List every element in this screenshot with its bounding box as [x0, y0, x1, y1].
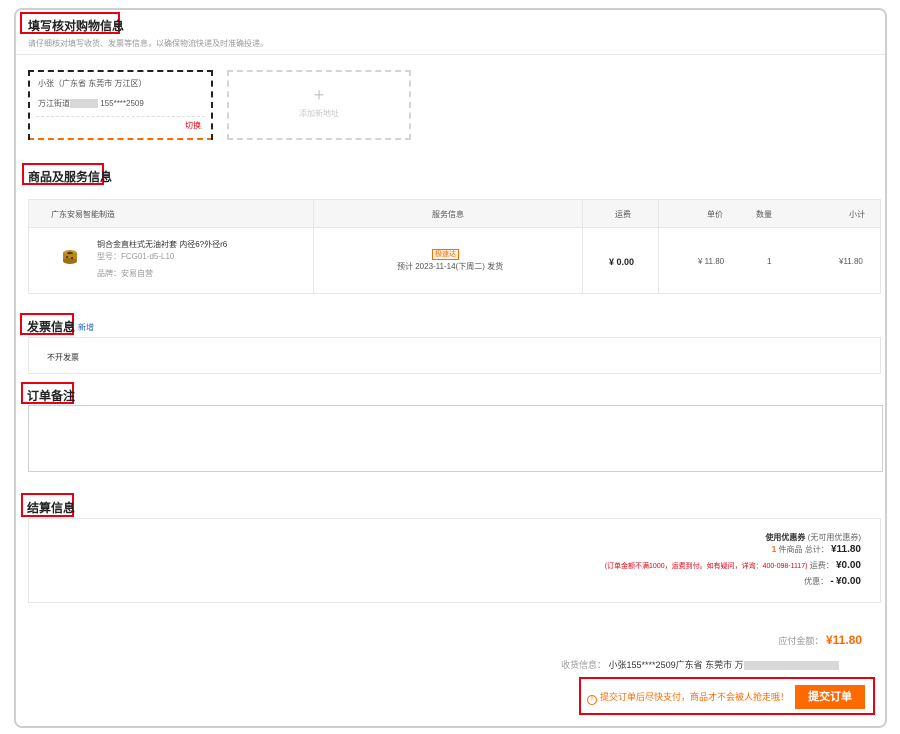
address-street: 万江街道 — [38, 99, 70, 108]
invoice-value: 不开发票 — [47, 353, 79, 362]
goods-table: 广东安易智能制造 服务信息 运费 单价 数量 小计 铜合金直柱式无油衬套 内径6… — [28, 199, 881, 294]
redacted-block — [743, 661, 839, 671]
payable-amount: ¥11.80 — [825, 633, 862, 647]
submit-order-button[interactable]: 提交订单 — [795, 685, 865, 709]
payable-row: 应付金额： ¥11.80 — [778, 633, 862, 647]
order-memo-textarea[interactable] — [28, 405, 883, 472]
address-phone: 155****2509 — [100, 99, 144, 108]
item-count: 1 — [771, 545, 777, 554]
address-detail: 万江街道 155****2509 — [38, 98, 144, 109]
goods-table-header: 广东安易智能制造 服务信息 运费 单价 数量 小计 — [29, 200, 880, 228]
coupon-label: 使用优惠券 — [765, 533, 806, 542]
product-model: 型号：FCG01-d5-L10 — [97, 252, 175, 261]
receiver-label: 收货信息： — [561, 660, 607, 670]
item-price: ¥ 11.80 — [698, 257, 725, 266]
memo-section-title: 订单备注 — [27, 389, 76, 403]
coupon-note: (无可用优惠券) — [807, 533, 861, 542]
page-title: 填写核对购物信息 — [28, 19, 125, 33]
item-qty: 1 — [767, 257, 772, 266]
address-divider — [36, 116, 205, 117]
invoice-section-title: 发票信息 — [27, 320, 76, 334]
submit-warning-text: 提交订单后尽快支付，商品才不会被人抢走哦！ — [600, 692, 790, 702]
header-divider — [16, 54, 885, 55]
settlement-box: 使用优惠券 (无可用优惠券) 1 件商品 总计： ¥11.80 (订单金额不满1… — [28, 518, 881, 603]
column-freight: 运费 — [615, 210, 631, 219]
total-amount: ¥11.80 — [830, 544, 861, 555]
column-subtotal: 小计 — [849, 210, 865, 219]
column-price: 单价 — [707, 210, 723, 219]
column-divider — [658, 200, 659, 293]
redacted-block — [70, 99, 98, 109]
switch-address-link[interactable]: 切换 — [185, 120, 201, 131]
add-invoice-link[interactable]: 新增 — [78, 322, 94, 333]
add-address-label: 添加新地址 — [299, 109, 339, 118]
express-badge: 极速达 — [432, 249, 459, 260]
item-freight: ¥ 0.00 — [609, 257, 635, 267]
receiver-row: 收货信息： 小张155****2509广东省 东莞市 万 — [561, 658, 839, 671]
payable-label: 应付金额： — [778, 636, 824, 646]
info-icon: ! — [587, 695, 597, 705]
settlement-section-title: 结算信息 — [27, 501, 76, 515]
address-card-selected[interactable]: 小张（广东省 东莞市 万江区） 万江街道 155****2509 切换 — [28, 70, 213, 140]
freight-note: (订单金额不满1000，运费到付。如有疑问，详询：400-098-1117) — [604, 563, 808, 570]
freight-row: (订单金额不满1000，运费到付。如有疑问，详询：400-098-1117) 运… — [605, 560, 861, 571]
freight-amount: ¥0.00 — [835, 560, 861, 571]
address-name: 小张（广东省 东莞市 万江区） — [38, 79, 147, 88]
page-hint: 请仔细核对填写收货、发票等信息，以确保物流快递及时准确投递。 — [28, 39, 268, 48]
ship-date: 预计 2023-11-14(下周二) 发货 — [397, 262, 504, 271]
invoice-box[interactable]: 不开发票 — [28, 337, 881, 374]
freight-label: 运费： — [809, 561, 834, 570]
goods-section-title: 商品及服务信息 — [28, 170, 113, 184]
item-count-label: 件商品 总计： — [778, 545, 829, 554]
product-name-link[interactable]: 铜合金直柱式无油衬套 内径6?外径r6 — [97, 239, 227, 250]
column-qty: 数量 — [756, 210, 772, 219]
coupon-row[interactable]: 使用优惠券 (无可用优惠券) — [765, 532, 861, 543]
receiver-info: 小张155****2509广东省 东莞市 万 — [608, 660, 744, 670]
item-subtotal: ¥11.80 — [839, 257, 863, 266]
submit-highlight-box: ! 提交订单后尽快支付，商品才不会被人抢走哦！ 提交订单 — [579, 677, 875, 715]
column-divider — [582, 200, 583, 293]
total-row: 1 件商品 总计： ¥11.80 — [772, 544, 861, 555]
discount-amount: ¥0.00 — [835, 576, 861, 587]
submit-warning: ! 提交订单后尽快支付，商品才不会被人抢走哦！ — [587, 690, 789, 705]
discount-row: 优惠： - ¥0.00 — [804, 576, 861, 587]
discount-label: 优惠： — [804, 577, 829, 586]
discount-sign: - — [830, 576, 834, 587]
product-image[interactable] — [61, 248, 79, 266]
column-service: 服务信息 — [432, 210, 464, 219]
column-divider — [313, 200, 314, 293]
plus-icon: + — [313, 85, 325, 105]
column-shop: 广东安易智能制造 — [51, 210, 115, 219]
add-address-button[interactable]: + 添加新地址 — [227, 70, 411, 140]
product-brand: 品牌：安易自营 — [97, 269, 153, 278]
